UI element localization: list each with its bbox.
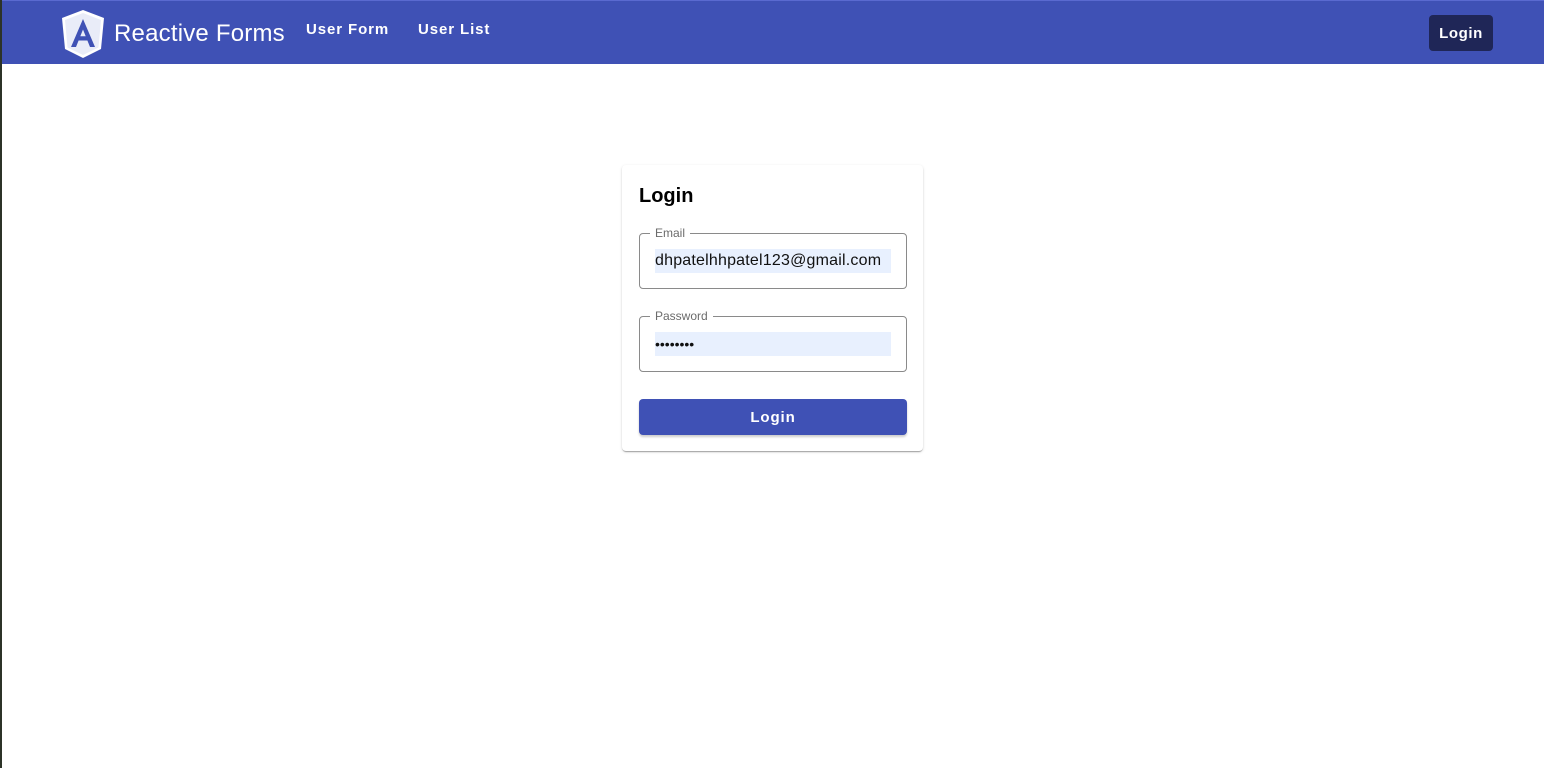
email-input[interactable]: dhpatelhhpatel123@gmail.com <box>655 249 891 273</box>
password-input[interactable]: •••••••• <box>655 332 891 356</box>
top-toolbar: Reactive Forms User Form User List Login <box>2 0 1544 64</box>
brand[interactable]: Reactive Forms <box>60 9 285 59</box>
email-field[interactable]: Email dhpatelhhpatel123@gmail.com <box>639 226 907 289</box>
login-card-title: Login <box>639 185 694 207</box>
password-field[interactable]: Password •••••••• <box>639 309 907 372</box>
login-submit-button[interactable]: Login <box>639 399 907 435</box>
nav-user-form[interactable]: User Form <box>306 21 389 38</box>
window-edge <box>0 0 2 768</box>
login-card: Login Email dhpatelhhpatel123@gmail.com … <box>622 165 923 451</box>
app-title: Reactive Forms <box>114 20 285 47</box>
password-label: Password <box>650 309 713 323</box>
email-label: Email <box>650 226 691 240</box>
toolbar-login-button[interactable]: Login <box>1429 15 1493 51</box>
nav-user-list[interactable]: User List <box>418 21 490 38</box>
angular-logo-icon <box>60 9 106 59</box>
